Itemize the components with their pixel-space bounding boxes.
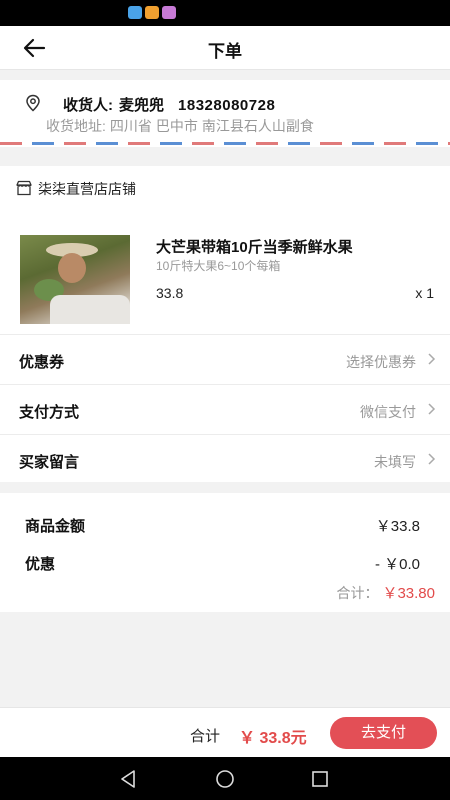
product-price: 33.8 [156, 285, 184, 301]
buyer-message-label: 买家留言 [19, 454, 80, 471]
chevron-right-icon [428, 403, 436, 415]
product-spec: 10斤特大果6~10个每箱 [156, 259, 281, 273]
goods-amount-label: 商品金额 [25, 518, 86, 535]
address-label: 收货地址: [46, 118, 106, 134]
checkout-total-amount: ￥ 33.8元 [239, 730, 307, 747]
location-pin-icon [26, 94, 40, 112]
subtotal-label: 合计： [336, 585, 379, 601]
nav-home-icon[interactable] [214, 768, 236, 790]
coupon-value: 选择优惠券 [346, 354, 416, 370]
receiver-phone: 18328080728 [178, 97, 276, 114]
product-image[interactable] [20, 235, 130, 324]
address-city: 巴中市 [155, 118, 198, 134]
address-line: 收货地址: 四川省 巴中市 南江县石人山副食 [46, 116, 446, 136]
receiver-label: 收货人: [63, 97, 113, 114]
pay-button[interactable]: 去支付 [330, 717, 437, 749]
shop-icon [16, 180, 32, 196]
buyer-message-row[interactable]: 买家留言 未填写 [0, 434, 450, 484]
receiver-line: 收货人: 麦兜兜 18328080728 [63, 94, 281, 115]
subtotal: 合计： ￥33.80 [336, 582, 435, 603]
coupon-label: 优惠券 [19, 354, 65, 371]
checkout-total-label: 合计 [190, 728, 221, 745]
app-notification-icon [128, 6, 142, 19]
product-quantity: x 1 [415, 285, 434, 301]
price-summary: 商品金额 ￥33.8 优惠 - ￥0.0 合计： ￥33.80 [0, 493, 450, 612]
nav-back-icon[interactable] [117, 768, 139, 790]
receiver-name: 麦兜兜 [119, 97, 165, 114]
product-title: 大芒果带箱10斤当季新鲜水果 [156, 239, 353, 256]
chevron-right-icon [428, 353, 436, 365]
address-card[interactable]: 收货人: 麦兜兜 18328080728 收货地址: 四川省 巴中市 南江县石人山副食 [0, 80, 450, 147]
subtotal-value: ￥33.80 [382, 585, 435, 602]
header: 下单 [0, 26, 450, 70]
discount-value: - ￥0.0 [374, 556, 420, 573]
status-bar [0, 0, 450, 26]
page-title: 下单 [208, 42, 242, 61]
coupon-row[interactable]: 优惠券 选择优惠券 [0, 334, 450, 384]
goods-amount-value: ￥33.8 [375, 518, 420, 535]
address-detail: 南江县石人山副食 [201, 118, 314, 134]
app-badge-icon [162, 6, 176, 19]
payment-method-label: 支付方式 [19, 404, 80, 421]
order-card: 柒柒直营店店铺 大芒果带箱10斤当季新鲜水果 10斤特大果6~10个每箱 33.… [0, 166, 450, 482]
address-province: 四川省 [109, 118, 152, 134]
nav-recents-icon[interactable] [309, 768, 331, 790]
chevron-right-icon [428, 453, 436, 465]
discount-label: 优惠 [25, 556, 56, 573]
payment-method-value: 微信支付 [360, 404, 416, 420]
checkout-bar: 合计 ￥ 33.8元 去支付 [0, 707, 450, 757]
buyer-message-value: 未填写 [374, 454, 416, 470]
shop-name[interactable]: 柒柒直营店店铺 [38, 179, 136, 199]
envelope-stripe [0, 142, 450, 145]
payment-method-row[interactable]: 支付方式 微信支付 [0, 384, 450, 434]
system-nav-bar [0, 757, 450, 800]
status-icons [128, 6, 176, 19]
video-app-icon [145, 6, 159, 19]
